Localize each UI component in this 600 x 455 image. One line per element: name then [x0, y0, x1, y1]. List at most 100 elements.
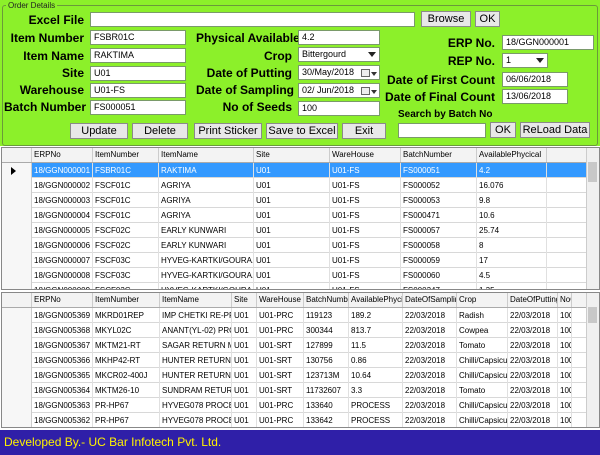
save-to-excel-button[interactable]: Save to Excel: [266, 123, 338, 139]
table-cell[interactable]: FS000051: [401, 163, 477, 178]
table-cell[interactable]: 18/GGN000003: [32, 193, 93, 208]
table-cell[interactable]: HYVEG-KARTKI/GOURA...: [159, 268, 254, 283]
excel-ok-button[interactable]: OK: [475, 11, 500, 27]
table-cell[interactable]: 16.076: [477, 178, 547, 193]
table-cell[interactable]: 189.2: [349, 308, 403, 323]
table-cell[interactable]: U01: [254, 268, 330, 283]
table-cell[interactable]: 4.5: [477, 268, 547, 283]
table-cell[interactable]: U01-SRT: [257, 353, 304, 368]
table-cell[interactable]: 18/GGN000002: [32, 178, 93, 193]
table-cell[interactable]: 130756: [304, 353, 349, 368]
table-cell[interactable]: FS000059: [401, 253, 477, 268]
row-header[interactable]: [2, 308, 32, 323]
table-cell[interactable]: HYVEG078 PROCESS ...: [160, 413, 232, 427]
table-cell[interactable]: FS000058: [401, 238, 477, 253]
print-sticker-button[interactable]: Print Sticker: [194, 123, 262, 139]
table-cell[interactable]: 22/03/2018: [403, 398, 457, 413]
table-cell[interactable]: U01: [232, 383, 257, 398]
row-header[interactable]: [2, 238, 32, 253]
table-cell[interactable]: U01: [254, 163, 330, 178]
row-header[interactable]: [2, 283, 32, 289]
row-header[interactable]: [2, 253, 32, 268]
table-row[interactable]: 18/GGN000005 FSCF02C EARLY KUNWARI U01 U01-F…: [2, 223, 599, 238]
table-cell[interactable]: 18/GGN000007: [32, 253, 93, 268]
warehouse-input[interactable]: U01-FS: [90, 83, 186, 98]
rep-no-select[interactable]: 1: [502, 53, 548, 68]
table-cell[interactable]: 1.35: [477, 283, 547, 289]
table-row[interactable]: 18/GGN000004 FSCF01C AGRIYA U01 U01-FS FS0004…: [2, 208, 599, 223]
table-cell[interactable]: SAGAR RETURN M-27...: [160, 338, 232, 353]
delete-button[interactable]: Delete: [132, 123, 188, 139]
table-cell[interactable]: U01: [254, 238, 330, 253]
table-row[interactable]: 18/GGN000001 FSBR01C RAKTIMA U01 U01-FS FS000…: [2, 163, 599, 178]
table-cell[interactable]: Radish: [457, 308, 508, 323]
table-cell[interactable]: U01-SRT: [257, 338, 304, 353]
table-cell[interactable]: U01: [232, 353, 257, 368]
table-cell[interactable]: FSCF01C: [93, 193, 159, 208]
table-cell[interactable]: U01-FS: [330, 193, 401, 208]
table-cell[interactable]: 100: [558, 308, 572, 323]
table-cell[interactable]: 10.64: [349, 368, 403, 383]
table-row[interactable]: 18/GGN005367MKTM21-RTSAGAR RETURN M-27..…: [2, 338, 599, 353]
table-cell[interactable]: 22/03/2018: [508, 353, 558, 368]
row-header[interactable]: [2, 383, 32, 398]
table-cell[interactable]: U01: [254, 208, 330, 223]
column-header[interactable]: Crop: [457, 293, 508, 307]
table-cell[interactable]: 22/03/2018: [403, 338, 457, 353]
table-cell[interactable]: 119123: [304, 308, 349, 323]
reload-data-button[interactable]: ReLoad Data: [520, 122, 590, 138]
table-cell[interactable]: 4.2: [477, 163, 547, 178]
row-header[interactable]: [2, 223, 32, 238]
first-count-input[interactable]: 06/06/2018: [502, 72, 568, 87]
column-header[interactable]: ItemName: [160, 293, 232, 307]
table-cell[interactable]: U01-FS: [330, 163, 401, 178]
table-cell[interactable]: 3.3: [349, 383, 403, 398]
physical-available-input[interactable]: 4.2: [298, 30, 380, 45]
table-cell[interactable]: AGRIYA: [159, 178, 254, 193]
column-header[interactable]: DateOfSamplin: [403, 293, 457, 307]
table-cell[interactable]: MKTM26-10: [93, 383, 160, 398]
table-cell[interactable]: 100: [558, 398, 572, 413]
table-cell[interactable]: HUNTER RETURN M-...: [160, 368, 232, 383]
table-cell[interactable]: U01-PRC: [257, 398, 304, 413]
table-cell[interactable]: FSBR01C: [93, 163, 159, 178]
table-cell[interactable]: MKTM21-RT: [93, 338, 160, 353]
table-cell[interactable]: MKYL02C: [93, 323, 160, 338]
table-cell[interactable]: U01: [232, 308, 257, 323]
table-cell[interactable]: FSCF01C: [93, 208, 159, 223]
vertical-scrollbar[interactable]: [586, 293, 599, 427]
table-row[interactable]: 18/GGN005368MKYL02CANANT(YL-02) PROCE...…: [2, 323, 599, 338]
table-row[interactable]: 18/GGN000009FSCF03CHYVEG-KARTKI/GOURA...…: [2, 283, 599, 289]
no-seeds-input[interactable]: 100: [298, 101, 380, 116]
table-cell[interactable]: U01-FS: [330, 223, 401, 238]
crop-select[interactable]: Bittergourd: [298, 47, 380, 62]
update-button[interactable]: Update: [70, 123, 128, 139]
table-cell[interactable]: PR-HP67: [93, 398, 160, 413]
row-header[interactable]: [2, 323, 32, 338]
table-cell[interactable]: 22/03/2018: [403, 323, 457, 338]
table-row[interactable]: 18/GGN005364MKTM26-10SUNDRAM RETURN ...U…: [2, 383, 599, 398]
table-cell[interactable]: 100: [558, 338, 572, 353]
table-cell[interactable]: 8: [477, 238, 547, 253]
table-cell[interactable]: 22/03/2018: [403, 308, 457, 323]
table-cell[interactable]: 18/GGN000004: [32, 208, 93, 223]
table-cell[interactable]: 22/03/2018: [508, 323, 558, 338]
table-cell[interactable]: FS000347: [401, 283, 477, 289]
browse-button[interactable]: Browse: [421, 11, 471, 27]
date-sampling-picker[interactable]: 02/ Jun/2018: [298, 83, 380, 98]
table-cell[interactable]: 22/03/2018: [508, 383, 558, 398]
table-cell[interactable]: HUNTER RETURN M-...: [160, 353, 232, 368]
site-input[interactable]: U01: [90, 66, 186, 81]
table-cell[interactable]: FS000057: [401, 223, 477, 238]
table-cell[interactable]: FS000053: [401, 193, 477, 208]
column-header[interactable]: AvailablePhycical: [477, 148, 547, 162]
table-cell[interactable]: 22/03/2018: [508, 338, 558, 353]
search-batch-input[interactable]: [398, 123, 486, 138]
row-header[interactable]: [2, 413, 32, 427]
table-cell[interactable]: FSCF03C: [93, 283, 159, 289]
column-header[interactable]: WareHouse: [257, 293, 304, 307]
column-header[interactable]: NoO: [558, 293, 572, 307]
table-cell[interactable]: 0.86: [349, 353, 403, 368]
row-header[interactable]: [2, 193, 32, 208]
table-cell[interactable]: 18/GGN005363: [32, 398, 93, 413]
